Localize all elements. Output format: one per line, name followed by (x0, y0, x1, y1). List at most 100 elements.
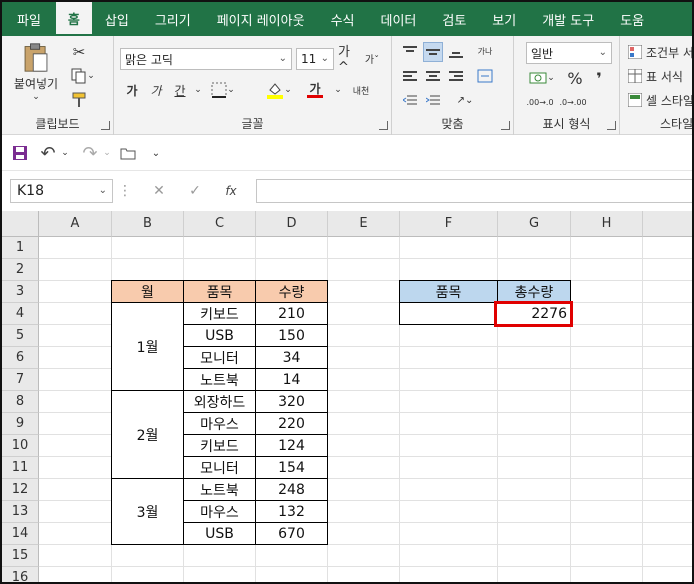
table1-item-cell[interactable]: USB (183, 324, 256, 347)
table2-header-item[interactable]: 품목 (399, 280, 498, 303)
chevron-down-icon[interactable]: ⌄ (102, 143, 112, 163)
formula-input[interactable] (256, 179, 692, 203)
row-header[interactable]: 15 (2, 545, 39, 567)
conditional-format-button[interactable]: 조건부 서 (628, 42, 692, 62)
table1-header-qty[interactable]: 수량 (255, 280, 328, 303)
table1-item-cell[interactable]: 마우스 (183, 500, 256, 523)
table1-item-cell[interactable]: 노트북 (183, 368, 256, 391)
column-header-e[interactable]: E (328, 211, 400, 237)
accounting-icon[interactable]: ⌄ (526, 68, 558, 88)
format-as-table-button[interactable]: 표 서식 (628, 66, 692, 86)
row-header[interactable]: 5 (2, 325, 39, 347)
cut-icon[interactable]: ✂ (68, 42, 90, 62)
table1-qty-cell[interactable]: 34 (255, 346, 328, 369)
chevron-down-icon[interactable]: ⌄ (332, 80, 344, 100)
increase-decimal-button[interactable]: .00→.0 (526, 92, 554, 112)
wrap-text-button[interactable]: 가나 (472, 42, 498, 62)
phonetic-guide-button[interactable]: 내천 (348, 80, 374, 100)
table1-item-cell[interactable]: 모니터 (183, 456, 256, 479)
table1-qty-cell[interactable]: 124 (255, 434, 328, 457)
number-launcher-icon[interactable] (607, 121, 616, 130)
align-top-icon[interactable] (400, 42, 420, 62)
bold-button[interactable]: 가 (122, 80, 142, 100)
insert-function-icon[interactable]: fx (216, 181, 246, 201)
table1-item-cell[interactable]: 키보드 (183, 302, 256, 325)
tab-review[interactable]: 검토 (429, 2, 479, 36)
align-left-icon[interactable] (400, 66, 420, 86)
column-header-i[interactable] (643, 211, 692, 237)
table1-qty-cell[interactable]: 320 (255, 390, 328, 413)
tab-developer[interactable]: 개발 도구 (529, 2, 607, 36)
table1-qty-cell[interactable]: 220 (255, 412, 328, 435)
align-right-icon[interactable] (446, 66, 466, 86)
table1-item-cell[interactable]: 모니터 (183, 346, 256, 369)
font-launcher-icon[interactable] (379, 121, 388, 130)
alignment-launcher-icon[interactable] (501, 121, 510, 130)
table1-qty-cell[interactable]: 150 (255, 324, 328, 347)
row-header[interactable]: 12 (2, 479, 39, 501)
table1-item-cell[interactable]: 노트북 (183, 478, 256, 501)
worksheet-grid[interactable]: A B C D E F G H 1 2 3 4 5 6 7 8 9 10 11 … (2, 211, 692, 582)
merge-center-icon[interactable] (472, 66, 498, 86)
table1-header-month[interactable]: 월 (111, 280, 184, 303)
align-middle-icon[interactable] (423, 42, 443, 62)
column-header-c[interactable]: C (184, 211, 256, 237)
tab-view[interactable]: 보기 (479, 2, 529, 36)
column-header-f[interactable]: F (400, 211, 498, 237)
clipboard-launcher-icon[interactable] (101, 121, 110, 130)
table1-month-cell[interactable]: 2월 (111, 390, 184, 479)
column-header-a[interactable]: A (39, 211, 112, 237)
tab-data[interactable]: 데이터 (367, 2, 429, 36)
row-header[interactable]: 14 (2, 523, 39, 545)
tab-draw[interactable]: 그리기 (142, 2, 204, 36)
table1-qty-cell[interactable]: 154 (255, 456, 328, 479)
tab-formulas[interactable]: 수식 (318, 2, 368, 36)
align-bottom-icon[interactable] (446, 42, 466, 62)
row-header[interactable]: 1 (2, 237, 39, 259)
table1-qty-cell[interactable]: 670 (255, 522, 328, 545)
font-size-select[interactable]: 11 ⌄ (296, 48, 334, 70)
cancel-icon[interactable]: ✕ (144, 181, 174, 201)
row-header[interactable]: 4 (2, 303, 39, 325)
align-center-icon[interactable] (423, 66, 443, 86)
tab-insert[interactable]: 삽입 (92, 2, 142, 36)
chevron-down-icon[interactable]: ⌄ (60, 143, 70, 163)
percent-button[interactable]: % (566, 68, 584, 88)
row-header[interactable]: 9 (2, 413, 39, 435)
table1-qty-cell[interactable]: 248 (255, 478, 328, 501)
table1-month-cell[interactable]: 1월 (111, 302, 184, 391)
row-header[interactable]: 13 (2, 501, 39, 523)
row-header[interactable]: 3 (2, 281, 39, 303)
paste-button[interactable]: 붙여넣기 ⌄ (10, 42, 62, 102)
column-header-h[interactable]: H (571, 211, 643, 237)
table1-qty-cell[interactable]: 14 (255, 368, 328, 391)
column-header-d[interactable]: D (256, 211, 328, 237)
table2-item-input[interactable] (399, 302, 498, 325)
borders-icon[interactable]: ⌄ (210, 80, 236, 100)
increase-indent-icon[interactable] (423, 90, 443, 110)
table1-item-cell[interactable]: 키보드 (183, 434, 256, 457)
customize-qat-icon[interactable]: ⌄ (150, 143, 162, 163)
format-painter-icon[interactable] (68, 90, 90, 110)
row-header[interactable]: 16 (2, 567, 39, 582)
column-header-g[interactable]: G (498, 211, 571, 237)
comma-button[interactable]: ❜ (590, 68, 608, 88)
orientation-icon[interactable]: ↗⌄ (450, 90, 480, 110)
table2-header-total[interactable]: 총수량 (497, 280, 571, 303)
decrease-decimal-button[interactable]: .0→.00 (558, 92, 588, 112)
font-color-button[interactable]: 가 (300, 80, 330, 100)
tab-page-layout[interactable]: 페이지 레이아웃 (204, 2, 318, 36)
column-header-b[interactable]: B (112, 211, 184, 237)
table1-item-cell[interactable]: USB (183, 522, 256, 545)
row-header[interactable]: 8 (2, 391, 39, 413)
decrease-font-icon[interactable]: 가ˇ (362, 48, 382, 68)
font-name-select[interactable]: 맑은 고딕 ⌄ (120, 48, 292, 70)
row-header[interactable]: 7 (2, 369, 39, 391)
tab-home[interactable]: 홈 (55, 2, 92, 36)
table1-month-cell[interactable]: 3월 (111, 478, 184, 545)
folder-icon[interactable] (118, 143, 138, 163)
row-header[interactable]: 6 (2, 347, 39, 369)
table2-total-cell[interactable]: 2276 (494, 301, 573, 327)
tab-help[interactable]: 도움 (607, 2, 657, 36)
underline-button[interactable]: 간 (170, 80, 190, 100)
